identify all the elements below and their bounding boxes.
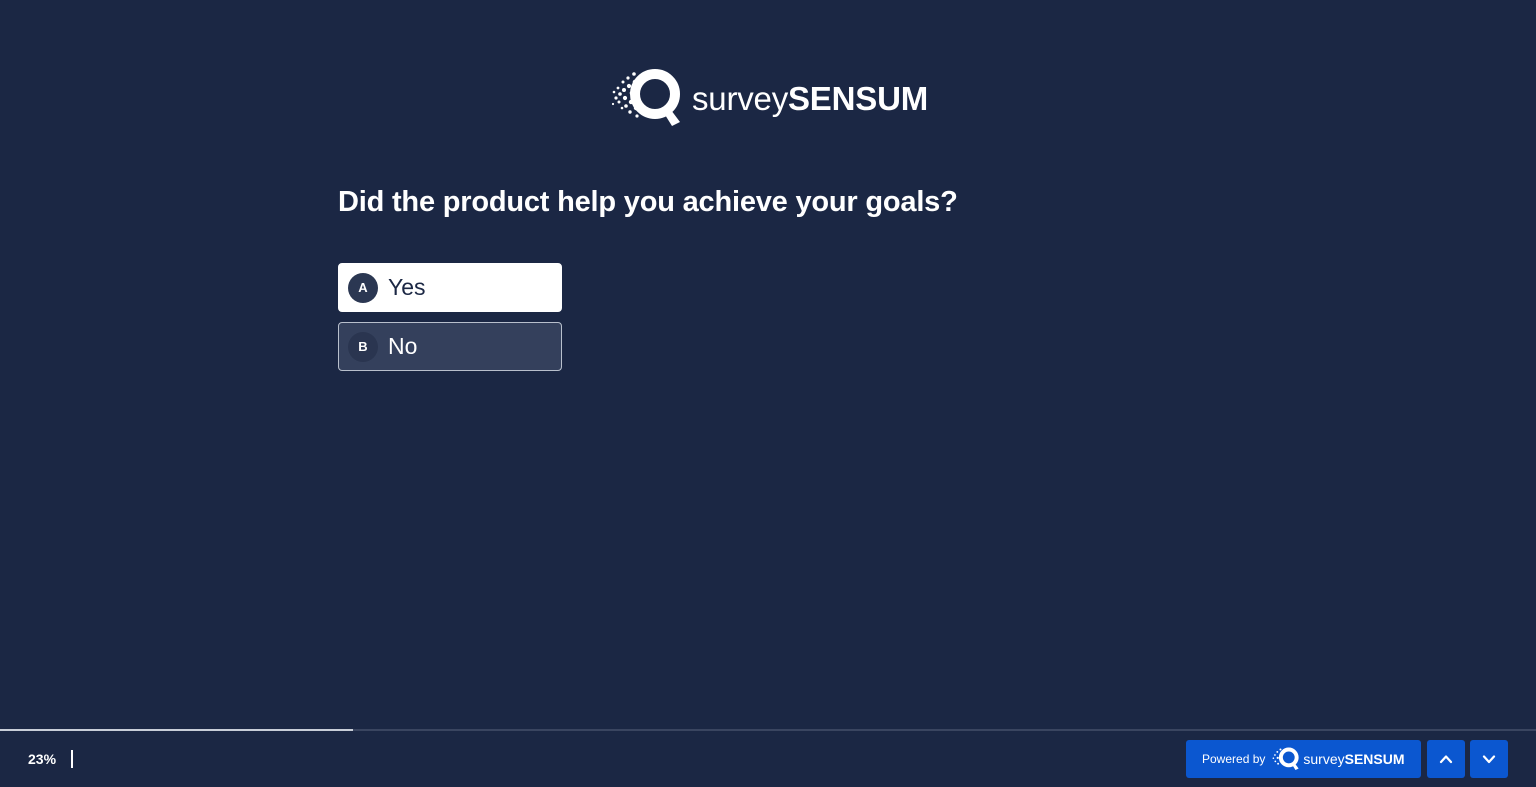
previous-question-button[interactable] (1427, 740, 1465, 778)
powered-brand-light: survey (1303, 751, 1345, 767)
option-label: Yes (388, 274, 426, 300)
brand-name-light: survey (692, 79, 788, 117)
answer-options: A Yes B No (338, 263, 562, 381)
option-yes[interactable]: A Yes (338, 263, 562, 312)
surveysensum-logo-icon (611, 69, 680, 126)
powered-by-badge[interactable]: Powered by surveySENSUM (1186, 740, 1421, 778)
progress-percentage: 23% (28, 751, 57, 767)
option-no[interactable]: B No (338, 322, 562, 371)
survey-page: surveySENSUM Did the product help you ac… (0, 0, 1536, 787)
option-key-badge: B (348, 331, 378, 362)
brand-logo: surveySENSUM (610, 62, 928, 134)
powered-brand-bold: SENSUM (1344, 751, 1405, 767)
chevron-up-icon (1439, 755, 1453, 764)
option-label: No (388, 333, 418, 359)
powered-by-logo: surveySENSUM (1271, 744, 1405, 774)
progress-bar (0, 729, 1536, 731)
powered-by-label: Powered by (1202, 752, 1266, 766)
chevron-down-icon (1482, 755, 1496, 764)
progress-divider (71, 750, 73, 768)
progress-bar-fill (0, 729, 354, 731)
option-key-badge: A (348, 272, 378, 303)
brand-name-bold: SENSUM (788, 79, 928, 117)
next-question-button[interactable] (1470, 740, 1508, 778)
surveysensum-logo-icon (1272, 747, 1300, 771)
question-text: Did the product help you achieve your go… (338, 186, 958, 218)
